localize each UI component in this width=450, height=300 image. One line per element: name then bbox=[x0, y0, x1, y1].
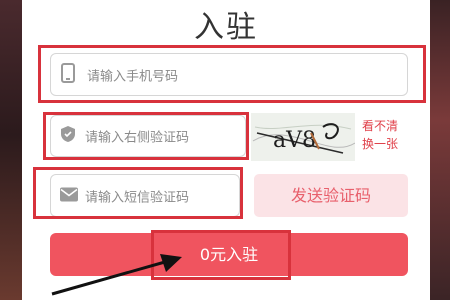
refresh-line-1: 看不清 bbox=[362, 119, 399, 133]
page-title: 入驻 bbox=[194, 10, 258, 45]
refresh-captcha-link[interactable]: 看不清 换一张 bbox=[362, 117, 412, 153]
captcha-input[interactable] bbox=[51, 116, 249, 158]
sms-code-input[interactable] bbox=[51, 175, 243, 218]
captcha-image[interactable]: aV8 bbox=[251, 113, 355, 161]
submit-button-label: 0元入驻 bbox=[199, 245, 259, 264]
captcha-text: aV8 bbox=[273, 128, 316, 153]
background-left bbox=[0, 0, 22, 300]
captcha-field[interactable]: 请输入右侧验证码 bbox=[50, 115, 249, 158]
phone-input[interactable] bbox=[51, 54, 411, 97]
sms-code-field[interactable]: 请输入短信验证码 bbox=[50, 174, 243, 218]
background-right bbox=[430, 0, 450, 300]
refresh-line-2: 换一张 bbox=[362, 137, 399, 151]
send-code-button[interactable]: 发送验证码 bbox=[254, 174, 408, 217]
submit-button[interactable]: 0元入驻 bbox=[50, 233, 408, 276]
svg-text:aV8: aV8 bbox=[273, 128, 316, 153]
phone-field[interactable]: 请输入手机号码 bbox=[50, 53, 411, 97]
